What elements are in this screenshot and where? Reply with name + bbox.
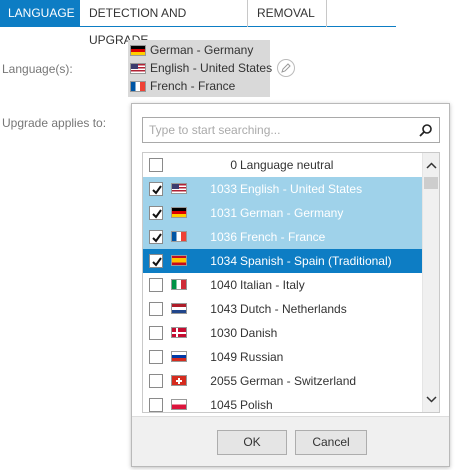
- checkbox[interactable]: [149, 278, 163, 292]
- selected-language-label: German - Germany: [150, 43, 254, 57]
- tab-bar: LANGUAGE DETECTION AND UPGRADE REMOVAL: [0, 0, 396, 47]
- lcid: 1031: [210, 206, 237, 220]
- cancel-button[interactable]: Cancel: [295, 430, 367, 455]
- language-name: Language neutral: [240, 158, 334, 172]
- poland-flag-icon: [171, 399, 187, 410]
- list-item[interactable]: 1033 English - United States: [143, 177, 423, 201]
- scrollbar-thumb[interactable]: [424, 177, 438, 189]
- dialog-footer: OK Cancel: [132, 416, 449, 466]
- language-picker-dropdown: 0 Language neutral 1033 English - United…: [131, 103, 450, 467]
- usa-flag-icon: [130, 63, 146, 74]
- language-name: Polish: [240, 398, 273, 412]
- language-name: Dutch - Netherlands: [240, 302, 347, 316]
- list-item[interactable]: 2055 German - Switzerland: [143, 369, 423, 393]
- netherlands-flag-icon: [171, 303, 187, 314]
- list-item[interactable]: 1049 Russian: [143, 345, 423, 369]
- checkbox-checked[interactable]: [149, 230, 163, 244]
- chevron-down-icon[interactable]: [423, 392, 439, 406]
- language-name: Danish: [240, 326, 278, 340]
- checkbox[interactable]: [149, 398, 163, 412]
- language-name: English - United States: [240, 182, 363, 196]
- checkbox[interactable]: [149, 374, 163, 388]
- lcid: 1040: [210, 278, 237, 292]
- switzerland-flag-icon: [171, 375, 187, 386]
- search-box: [142, 117, 440, 143]
- lcid: 1045: [210, 398, 237, 412]
- language-name: Italian - Italy: [240, 278, 305, 292]
- language-name: German - Germany: [240, 206, 344, 220]
- tab-detection-and-upgrade[interactable]: DETECTION AND UPGRADE: [81, 0, 248, 47]
- spain-flag-icon: [171, 255, 187, 266]
- search-input[interactable]: [149, 122, 409, 138]
- lcid: 1034: [210, 254, 237, 268]
- checkbox-checked[interactable]: [149, 206, 163, 220]
- edit-pencil-icon[interactable]: [277, 59, 295, 77]
- checkbox[interactable]: [149, 350, 163, 364]
- lcid: 1036: [210, 230, 237, 244]
- usa-flag-icon: [171, 183, 187, 194]
- list-item[interactable]: 0 Language neutral: [143, 153, 423, 177]
- languages-label: Language(s):: [2, 62, 73, 76]
- language-name: Russian: [240, 350, 284, 364]
- lcid: 1030: [210, 326, 237, 340]
- selected-languages[interactable]: German - Germany English - United States…: [128, 40, 273, 97]
- language-name: Spanish - Spain (Traditional): [240, 254, 392, 268]
- lcid: 1049: [210, 350, 237, 364]
- list-item[interactable]: 1031 German - Germany: [143, 201, 423, 225]
- lcid: 0: [230, 158, 237, 172]
- search-icon[interactable]: [419, 123, 433, 140]
- tab-removal[interactable]: REMOVAL: [249, 0, 327, 27]
- ok-button[interactable]: OK: [217, 430, 287, 455]
- checkbox[interactable]: [149, 158, 163, 172]
- denmark-flag-icon: [171, 327, 187, 338]
- list-item[interactable]: 1043 Dutch - Netherlands: [143, 297, 423, 321]
- chevron-up-icon[interactable]: [423, 159, 439, 173]
- language-list[interactable]: 0 Language neutral 1033 English - United…: [142, 152, 440, 413]
- language-name: French - France: [240, 230, 326, 244]
- checkbox[interactable]: [149, 302, 163, 316]
- france-flag-icon: [171, 231, 187, 242]
- selected-language-label: French - France: [150, 79, 236, 93]
- tab-language[interactable]: LANGUAGE: [0, 0, 80, 27]
- checkbox-checked[interactable]: [149, 182, 163, 196]
- upgrade-applies-label: Upgrade applies to:: [2, 116, 107, 130]
- list-item[interactable]: 1034 Spanish - Spain (Traditional): [143, 249, 423, 273]
- list-item[interactable]: 1045 Polish: [143, 393, 423, 412]
- list-item[interactable]: 1030 Danish: [143, 321, 423, 345]
- russia-flag-icon: [171, 351, 187, 362]
- checkbox[interactable]: [149, 326, 163, 340]
- germany-flag-icon: [130, 45, 146, 56]
- language-name: German - Switzerland: [240, 374, 357, 388]
- list-scrollbar[interactable]: [422, 153, 439, 412]
- france-flag-icon: [130, 81, 146, 92]
- checkbox-checked[interactable]: [149, 254, 163, 268]
- list-item[interactable]: 1036 French - France: [143, 225, 423, 249]
- lcid: 2055: [210, 374, 237, 388]
- list-item[interactable]: 1040 Italian - Italy: [143, 273, 423, 297]
- italy-flag-icon: [171, 279, 187, 290]
- lcid: 1043: [210, 302, 237, 316]
- lcid: 1033: [210, 182, 237, 196]
- germany-flag-icon: [171, 207, 187, 218]
- selected-language-label: English - United States: [150, 61, 273, 75]
